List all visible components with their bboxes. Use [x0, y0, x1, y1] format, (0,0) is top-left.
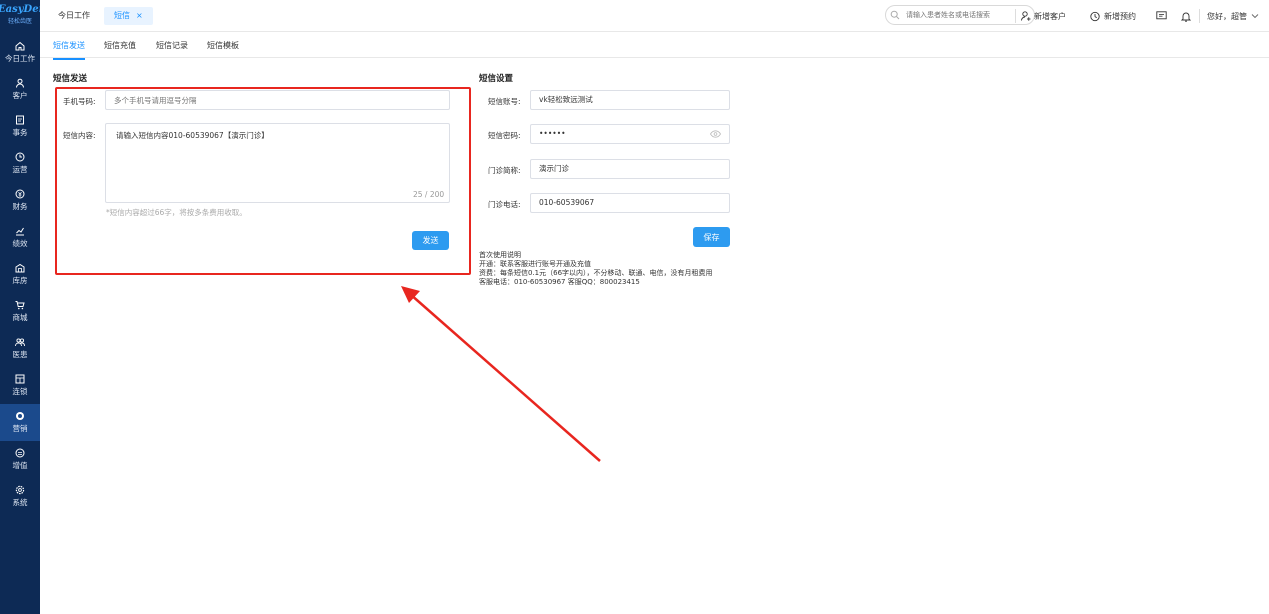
annotation-arrow	[401, 286, 601, 462]
